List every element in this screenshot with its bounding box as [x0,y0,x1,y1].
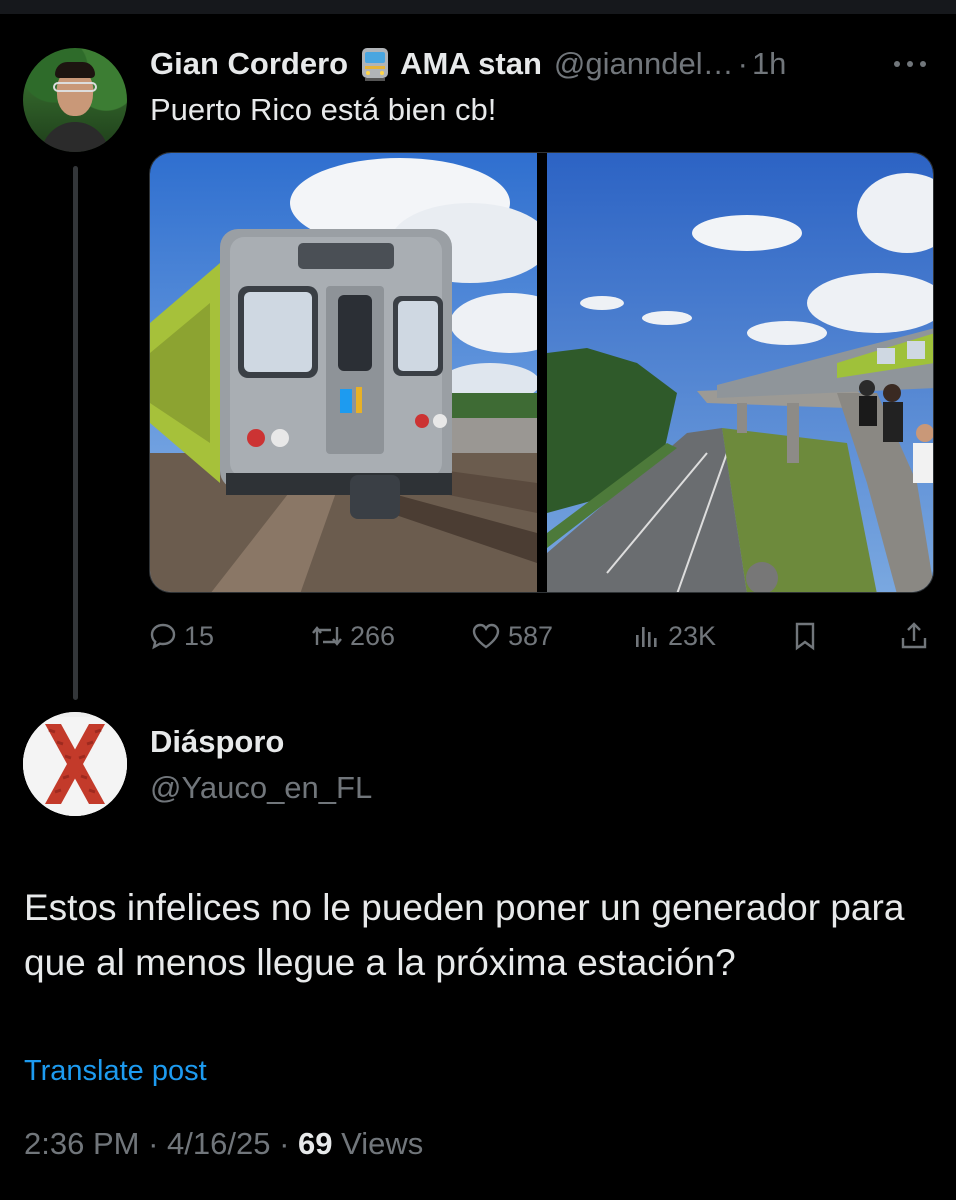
separator: · [279,1126,290,1161]
tweet-actions: 15 266 587 23K [148,614,938,658]
bar-chart-icon [636,627,657,647]
separator: · [148,1126,159,1161]
author-name[interactable]: Gian Cordero [150,46,348,82]
top-bar [0,0,956,14]
bookmark-icon [795,622,815,651]
reply-author-name[interactable]: Diásporo [150,724,284,760]
more-options-icon[interactable] [890,52,930,76]
share-icon [901,622,927,649]
separator: · [737,46,748,81]
reply-author-handle[interactable]: @Yauco_en_FL [150,770,372,806]
tweet-media[interactable] [149,152,934,593]
reply-views-count: 69 [298,1126,333,1161]
views-count: 23K [668,620,717,651]
like-count: 587 [508,620,554,651]
tram-emoji-icon [356,45,394,83]
author-name-suffix[interactable]: AMA stan [400,46,542,82]
reply-count: 15 [184,620,215,651]
repost-button[interactable]: 266 [310,614,395,658]
post-date[interactable]: 4/16/25 [167,1126,270,1161]
metro-track-photo[interactable] [547,153,933,592]
author-handle[interactable]: @gianndel… [554,46,734,82]
train-photo[interactable] [150,153,537,592]
post-time[interactable]: 2:36 PM [24,1126,139,1161]
heart-icon [472,623,500,649]
post-metadata: 2:36 PM · 4/16/25 · 69 Views [24,1126,423,1162]
thread-line [73,166,78,700]
repost-icon [312,626,342,646]
author-avatar[interactable] [23,48,127,152]
reply-text: Estos infelices no le pueden poner un ge… [24,887,905,983]
translate-post-link[interactable]: Translate post [24,1055,207,1088]
views-button[interactable]: 23K [632,614,716,658]
share-button[interactable] [898,614,936,658]
reply-button[interactable]: 15 [148,614,214,658]
reply-views-label: Views [341,1126,424,1161]
reply-icon [150,623,176,650]
post-time[interactable]: 1h [752,46,786,82]
tweet-text: Puerto Rico está bien cb! [150,92,497,127]
bookmark-button[interactable] [790,614,826,658]
reply-author-avatar[interactable] [23,712,127,816]
tweet-header: Gian Cordero AMA stan @gianndel… · 1h [150,44,786,84]
like-button[interactable]: 587 [470,614,553,658]
repost-count: 266 [350,620,396,651]
